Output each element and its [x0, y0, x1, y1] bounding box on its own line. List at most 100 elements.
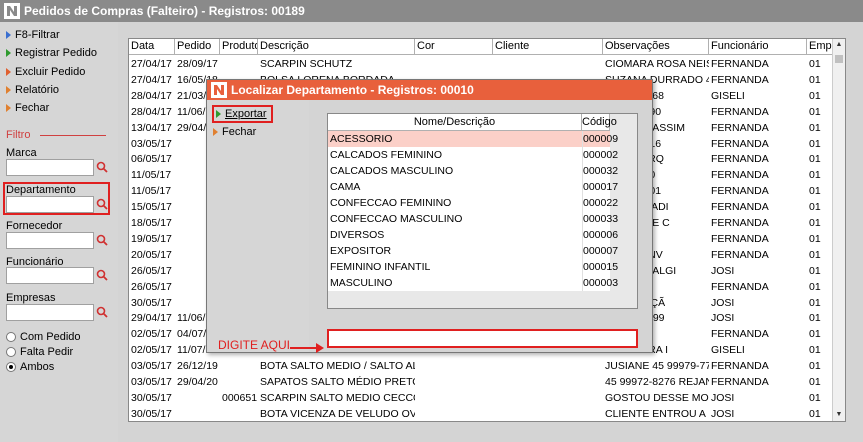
- table-cell: SCARPIN SCHUTZ: [260, 58, 353, 70]
- table-cell: [415, 374, 493, 390]
- list-item[interactable]: MASCULINO 000003: [328, 275, 618, 291]
- table-cell: BOTA VICENZA DE VELUDO OVER: [260, 407, 415, 420]
- list-item[interactable]: CONFECCAO MASCULINO 000033: [328, 211, 618, 227]
- vertical-scrollbar[interactable]: ▲ ▼: [832, 39, 845, 421]
- supplier-input[interactable]: [6, 232, 94, 249]
- column-header-funcionario[interactable]: Funcionário: [709, 39, 807, 55]
- column-header-nome[interactable]: Nome/Descrição: [328, 114, 582, 131]
- scroll-thumb[interactable]: [835, 55, 843, 63]
- department-code: 000009: [582, 131, 619, 147]
- column-header-produto[interactable]: Produto: [220, 39, 258, 55]
- table-cell: FERNANDA: [711, 248, 769, 261]
- report-button[interactable]: Relatório: [6, 82, 59, 98]
- table-cell: GISELI: [711, 89, 745, 102]
- search-icon[interactable]: [96, 161, 108, 173]
- list-item[interactable]: CAMA 000017: [328, 179, 618, 195]
- table-cell: 28/04/17: [131, 89, 172, 102]
- table-cell: FERNANDA: [711, 201, 769, 214]
- table-cell: [415, 56, 493, 72]
- dialog-title: Localizar Departamento - Registros: 0001…: [231, 83, 474, 97]
- table-cell: [415, 406, 493, 421]
- column-header-cliente[interactable]: Cliente: [493, 39, 603, 55]
- table-cell: 30/05/17: [131, 296, 172, 309]
- column-header-descricao[interactable]: Descrição: [258, 39, 415, 55]
- play-icon: [213, 128, 218, 136]
- list-item[interactable]: EXPOSITOR 000007: [328, 243, 618, 259]
- arrow-right-icon: [316, 343, 324, 353]
- department-name: CALCADOS MASCULINO: [330, 165, 454, 177]
- radio-circle: [6, 347, 16, 357]
- list-item[interactable]: FEMININO INFANTIL 000015: [328, 259, 618, 275]
- table-row[interactable]: 27/04/17 28/09/17 SCARPIN SCHUTZ CIOMARA RO…: [129, 56, 834, 72]
- department-name: CONFECCAO FEMININO: [330, 197, 452, 209]
- register-order-label: Registrar Pedido: [15, 47, 97, 59]
- table-row[interactable]: 30/05/17 000651SCARPIN SALTO MEDIO CECCON…: [129, 390, 834, 406]
- table-cell: [175, 390, 220, 406]
- dialog-close-button[interactable]: Fechar: [213, 126, 256, 138]
- table-row[interactable]: 03/05/17 29/04/20 SAPATOS SALTO MÉDIO PRET…: [129, 374, 834, 390]
- search-icon[interactable]: [96, 306, 108, 318]
- search-icon[interactable]: [96, 269, 108, 281]
- table-cell: GISELI: [711, 344, 745, 357]
- department-code: 000002: [582, 147, 619, 163]
- radio-com-pedido[interactable]: Com Pedido: [6, 331, 81, 343]
- department-table: Nome/Descrição Código ACESSORIO 000009 CAL…: [327, 113, 638, 309]
- column-header-observacoes[interactable]: Observações: [603, 39, 709, 55]
- table-row[interactable]: 03/05/17 26/12/19 BOTA SALTO MEDIO / SALTO…: [129, 358, 834, 374]
- close-button[interactable]: Fechar: [6, 100, 49, 116]
- table-cell: 01: [809, 217, 821, 229]
- list-item[interactable]: DIVERSOS 000006: [328, 227, 619, 243]
- delete-order-button[interactable]: Excluir Pedido: [6, 64, 85, 80]
- table-cell: [415, 390, 493, 406]
- close-label: Fechar: [15, 102, 50, 114]
- column-header-pedido[interactable]: Pedido: [175, 39, 220, 55]
- table-cell: 18/05/17: [131, 217, 172, 229]
- table-cell: 01: [809, 201, 821, 214]
- dialog-titlebar: Localizar Departamento - Registros: 0001…: [207, 80, 652, 100]
- department-name: ACESSORIO: [330, 133, 393, 145]
- table-cell: JOSI: [711, 312, 735, 325]
- column-header-emp[interactable]: Emp: [807, 39, 833, 55]
- scroll-down-icon[interactable]: ▼: [833, 409, 845, 421]
- radio-falta-pedir[interactable]: Falta Pedir: [6, 346, 73, 358]
- radio-ambos[interactable]: Ambos: [6, 361, 54, 373]
- table-cell: BOTA SALTO MEDIO / SALTO ALTO: [260, 360, 415, 373]
- table-cell: 01: [809, 105, 821, 118]
- companies-label: Empresas: [6, 292, 56, 304]
- filter-button[interactable]: F8-Filtrar: [6, 27, 60, 43]
- register-order-button[interactable]: Registrar Pedido: [6, 45, 97, 61]
- table-cell: 01: [809, 153, 821, 166]
- play-icon: [6, 68, 11, 76]
- department-code: 000006: [582, 227, 619, 243]
- export-button[interactable]: Exportar: [212, 105, 273, 123]
- table-cell: 26/05/17: [131, 264, 172, 277]
- table-cell: [415, 358, 493, 374]
- list-item[interactable]: ACESSORIO 000009: [328, 131, 619, 147]
- table-cell: 28/09/17: [177, 58, 218, 70]
- employee-input[interactable]: [6, 267, 94, 284]
- table-row[interactable]: 30/05/17 BOTA VICENZA DE VELUDO OVER CLIEN…: [129, 406, 834, 421]
- dialog-sidebar: Exportar Fechar: [207, 100, 309, 352]
- table-cell: 26/05/17: [131, 280, 172, 293]
- search-icon[interactable]: [96, 234, 108, 246]
- column-header-codigo[interactable]: Código: [582, 114, 617, 131]
- table-cell: 01: [809, 137, 821, 150]
- window-titlebar: Pedidos de Compras (Falteiro) - Registro…: [0, 0, 863, 22]
- list-item[interactable]: CALCADOS MASCULINO 000032: [328, 163, 618, 179]
- column-header-cor[interactable]: Cor: [415, 39, 493, 55]
- scroll-up-icon[interactable]: ▲: [833, 39, 845, 51]
- radio-circle: [6, 332, 16, 342]
- companies-input[interactable]: [6, 304, 94, 321]
- table-cell: 01: [809, 280, 821, 293]
- column-header-data[interactable]: Data: [129, 39, 175, 55]
- table-cell: 01: [809, 121, 821, 134]
- table-cell: FERNANDA: [711, 58, 769, 70]
- sidebar: F8-Filtrar Registrar Pedido Excluir Pedi…: [0, 22, 118, 442]
- department-search-input[interactable]: [327, 329, 638, 348]
- department-name: CALCADOS FEMININO: [330, 149, 443, 161]
- list-item[interactable]: CALCADOS FEMININO 000002: [328, 147, 619, 163]
- brand-input[interactable]: [6, 159, 94, 176]
- table-cell: 15/05/17: [131, 201, 172, 214]
- list-item[interactable]: CONFECCAO FEMININO 000022: [328, 195, 618, 211]
- table-cell: FERNANDA: [711, 153, 769, 166]
